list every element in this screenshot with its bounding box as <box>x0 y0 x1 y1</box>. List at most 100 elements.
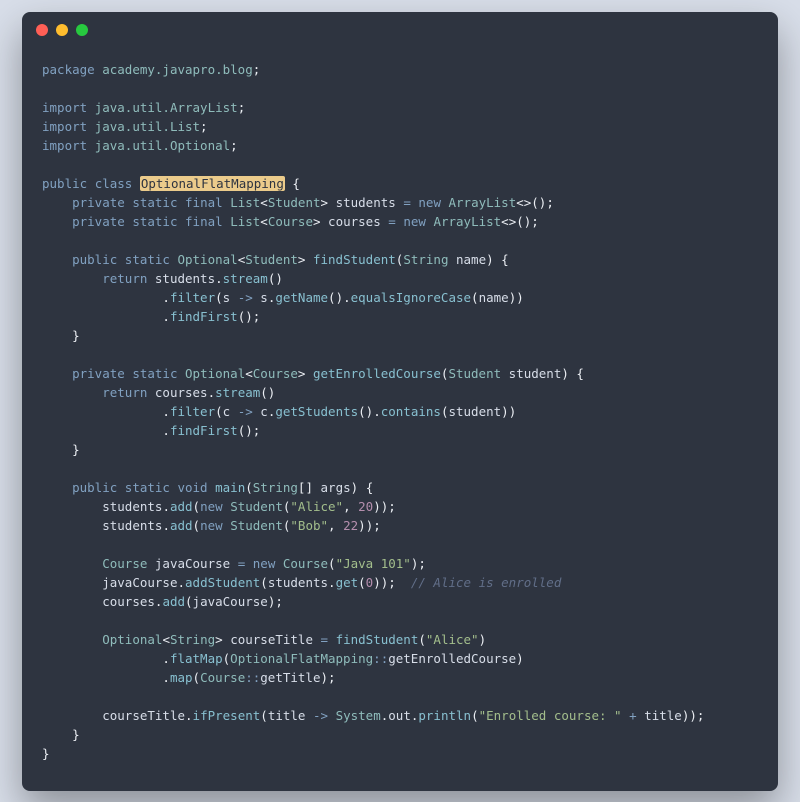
method-call: ifPresent <box>193 708 261 723</box>
field: students <box>268 575 328 590</box>
param: student <box>509 366 562 381</box>
method-call: getStudents <box>275 404 358 419</box>
variable: courseTitle <box>230 632 313 647</box>
field: students <box>336 195 396 210</box>
variable: courseTitle <box>102 708 185 723</box>
param: title <box>268 708 306 723</box>
type: Student <box>268 195 321 210</box>
type: System <box>336 708 381 723</box>
param: c <box>260 404 268 419</box>
method-call: filter <box>170 404 215 419</box>
field: courses <box>328 214 381 229</box>
type: List <box>230 214 260 229</box>
type: List <box>230 195 260 210</box>
keyword: public <box>42 176 87 191</box>
method-ref: getEnrolledCourse <box>388 651 516 666</box>
method-call: stream <box>215 385 260 400</box>
method-call: map <box>170 670 193 685</box>
maximize-icon[interactable] <box>76 24 88 36</box>
titlebar <box>22 12 778 48</box>
field: students <box>155 271 215 286</box>
method-call: findStudent <box>336 632 419 647</box>
type: String <box>403 252 448 267</box>
method-call: println <box>418 708 471 723</box>
package-name: academy.javapro.blog <box>102 62 253 77</box>
type: Course <box>253 366 298 381</box>
method-name: findStudent <box>313 252 396 267</box>
string: "Alice" <box>290 499 343 514</box>
keyword: import <box>42 138 87 153</box>
variable: javaCourse <box>102 575 177 590</box>
method-name: main <box>215 480 245 495</box>
type: ArrayList <box>433 214 501 229</box>
close-icon[interactable] <box>36 24 48 36</box>
variable: javaCourse <box>193 594 268 609</box>
param: c <box>223 404 231 419</box>
variable: javaCourse <box>155 556 230 571</box>
keyword: static <box>125 480 170 495</box>
param: name <box>456 252 486 267</box>
type: Optional <box>177 252 237 267</box>
method-call: get <box>336 575 359 590</box>
type: Course <box>283 556 328 571</box>
type: Student <box>245 252 298 267</box>
keyword: private <box>72 195 125 210</box>
class-name-highlight: OptionalFlatMapping <box>140 176 285 191</box>
keyword: return <box>102 271 147 286</box>
type: Optional <box>185 366 245 381</box>
method-call: stream <box>223 271 268 286</box>
field: courses <box>155 385 208 400</box>
param: name <box>479 290 509 305</box>
param: s <box>223 290 231 305</box>
type: Optional <box>102 632 162 647</box>
method-call: getName <box>275 290 328 305</box>
keyword: import <box>42 100 87 115</box>
string: "Enrolled course: " <box>479 708 622 723</box>
type: Course <box>268 214 313 229</box>
field: students <box>102 499 162 514</box>
keyword: new <box>418 195 441 210</box>
code-window: package academy.javapro.blog; import jav… <box>22 12 778 791</box>
keyword: static <box>132 195 177 210</box>
type: Student <box>448 366 501 381</box>
field: out <box>388 708 411 723</box>
method-call: add <box>162 594 185 609</box>
param: s <box>260 290 268 305</box>
keyword: static <box>125 252 170 267</box>
param: title <box>644 708 682 723</box>
import-path: java.util.Optional <box>95 138 230 153</box>
code-editor[interactable]: package academy.javapro.blog; import jav… <box>22 48 778 791</box>
type: OptionalFlatMapping <box>230 651 373 666</box>
method-ref: getTitle <box>260 670 320 685</box>
keyword: import <box>42 119 87 134</box>
keyword: static <box>132 214 177 229</box>
type: Course <box>102 556 147 571</box>
type: ArrayList <box>449 195 517 210</box>
method-call: findFirst <box>170 309 238 324</box>
string: "Alice" <box>426 632 479 647</box>
keyword: new <box>403 214 426 229</box>
method-name: getEnrolledCourse <box>313 366 441 381</box>
type: Student <box>230 499 283 514</box>
method-call: equalsIgnoreCase <box>351 290 471 305</box>
keyword: public <box>72 480 117 495</box>
keyword: static <box>132 366 177 381</box>
field: courses <box>102 594 155 609</box>
type: String <box>253 480 298 495</box>
keyword: new <box>200 499 223 514</box>
type: Student <box>230 518 283 533</box>
string: "Bob" <box>290 518 328 533</box>
number: 20 <box>358 499 373 514</box>
keyword: return <box>102 385 147 400</box>
keyword: class <box>95 176 133 191</box>
keyword: private <box>72 214 125 229</box>
minimize-icon[interactable] <box>56 24 68 36</box>
type: String <box>170 632 215 647</box>
param: student <box>448 404 501 419</box>
method-call: contains <box>381 404 441 419</box>
keyword: final <box>185 195 223 210</box>
keyword: void <box>177 480 207 495</box>
number: 22 <box>343 518 358 533</box>
method-call: findFirst <box>170 423 238 438</box>
keyword: private <box>72 366 125 381</box>
